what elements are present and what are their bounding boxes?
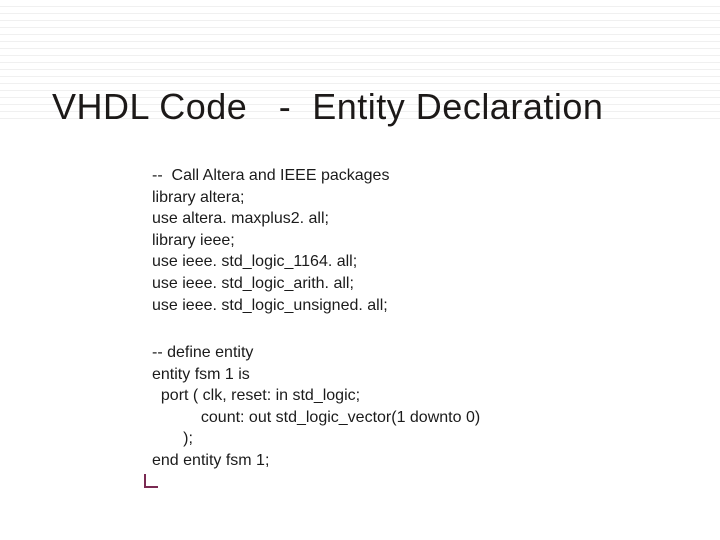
vhdl-entity-block: -- define entity entity fsm 1 is port ( …: [152, 342, 480, 472]
corner-accent-icon: [144, 474, 158, 488]
vhdl-libraries-block: -- Call Altera and IEEE packages library…: [152, 165, 389, 316]
slide-title: VHDL Code - Entity Declaration: [52, 86, 603, 128]
